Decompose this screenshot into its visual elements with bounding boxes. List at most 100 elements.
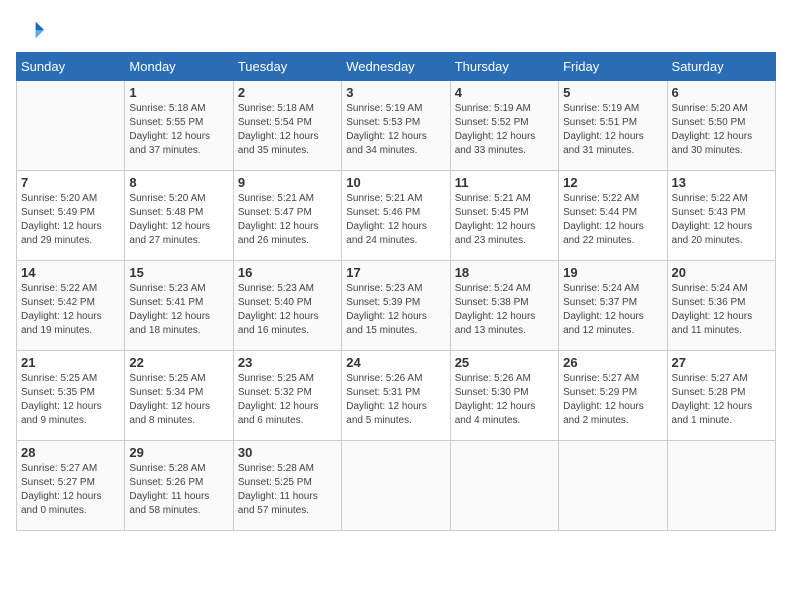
day-cell: 28Sunrise: 5:27 AMSunset: 5:27 PMDayligh… [17, 441, 125, 531]
day-number: 12 [563, 175, 662, 190]
day-number: 3 [346, 85, 445, 100]
day-number: 19 [563, 265, 662, 280]
day-info: Sunrise: 5:19 AMSunset: 5:53 PMDaylight:… [346, 102, 445, 158]
day-info: Sunrise: 5:22 AMSunset: 5:44 PMDaylight:… [563, 192, 662, 248]
day-number: 9 [238, 175, 337, 190]
day-cell [667, 441, 775, 531]
day-number: 16 [238, 265, 337, 280]
day-number: 18 [455, 265, 554, 280]
header-monday: Monday [125, 53, 233, 81]
day-cell: 26 Sunrise: 5:27 AMSunset: 5:29 PMDayligh… [559, 351, 667, 441]
day-cell: 15 Sunrise: 5:23 AMSunset: 5:41 PMDayligh… [125, 261, 233, 351]
day-number: 27 [672, 355, 771, 370]
day-number: 24 [346, 355, 445, 370]
day-info: Sunrise: 5:20 AMSunset: 5:49 PMDaylight:… [21, 192, 120, 248]
day-number: 23 [238, 355, 337, 370]
day-info: Sunrise: 5:20 AMSunset: 5:50 PMDaylight:… [672, 102, 771, 158]
logo [16, 16, 48, 44]
day-info: Sunrise: 5:23 AMSunset: 5:40 PMDaylight:… [238, 282, 337, 338]
day-number: 20 [672, 265, 771, 280]
day-info: Sunrise: 5:26 AMSunset: 5:30 PMDaylight:… [455, 372, 554, 428]
day-cell: 24 Sunrise: 5:26 AMSunset: 5:31 PMDayligh… [342, 351, 450, 441]
day-info: Sunrise: 5:21 AMSunset: 5:46 PMDaylight:… [346, 192, 445, 248]
day-number: 14 [21, 265, 120, 280]
week-row-5: 28Sunrise: 5:27 AMSunset: 5:27 PMDayligh… [17, 441, 776, 531]
day-cell: 11 Sunrise: 5:21 AMSunset: 5:45 PMDayligh… [450, 171, 558, 261]
header-tuesday: Tuesday [233, 53, 341, 81]
day-cell: 3 Sunrise: 5:19 AMSunset: 5:53 PMDaylight… [342, 81, 450, 171]
day-number: 6 [672, 85, 771, 100]
day-info: Sunrise: 5:20 AMSunset: 5:48 PMDaylight:… [129, 192, 228, 248]
day-info: Sunrise: 5:19 AMSunset: 5:52 PMDaylight:… [455, 102, 554, 158]
day-info: Sunrise: 5:23 AMSunset: 5:39 PMDaylight:… [346, 282, 445, 338]
day-number: 2 [238, 85, 337, 100]
header-saturday: Saturday [667, 53, 775, 81]
day-cell: 22Sunrise: 5:25 AMSunset: 5:34 PMDayligh… [125, 351, 233, 441]
week-row-3: 14 Sunrise: 5:22 AMSunset: 5:42 PMDayligh… [17, 261, 776, 351]
day-info: Sunrise: 5:19 AMSunset: 5:51 PMDaylight:… [563, 102, 662, 158]
day-cell: 18Sunrise: 5:24 AMSunset: 5:38 PMDayligh… [450, 261, 558, 351]
day-cell: 10 Sunrise: 5:21 AMSunset: 5:46 PMDayligh… [342, 171, 450, 261]
week-row-4: 21 Sunrise: 5:25 AMSunset: 5:35 PMDayligh… [17, 351, 776, 441]
day-info: Sunrise: 5:27 AMSunset: 5:29 PMDaylight:… [563, 372, 662, 428]
day-number: 25 [455, 355, 554, 370]
day-info: Sunrise: 5:26 AMSunset: 5:31 PMDaylight:… [346, 372, 445, 428]
header-sunday: Sunday [17, 53, 125, 81]
week-row-1: 1Sunrise: 5:18 AMSunset: 5:55 PMDaylight… [17, 81, 776, 171]
day-cell: 4 Sunrise: 5:19 AMSunset: 5:52 PMDaylight… [450, 81, 558, 171]
day-info: Sunrise: 5:23 AMSunset: 5:41 PMDaylight:… [129, 282, 228, 338]
header-friday: Friday [559, 53, 667, 81]
day-info: Sunrise: 5:25 AMSunset: 5:34 PMDaylight:… [129, 372, 228, 428]
day-number: 15 [129, 265, 228, 280]
day-cell: 12 Sunrise: 5:22 AMSunset: 5:44 PMDayligh… [559, 171, 667, 261]
day-info: Sunrise: 5:21 AMSunset: 5:45 PMDaylight:… [455, 192, 554, 248]
week-row-2: 7 Sunrise: 5:20 AMSunset: 5:49 PMDaylight… [17, 171, 776, 261]
page-header [16, 16, 776, 44]
day-cell: 8Sunrise: 5:20 AMSunset: 5:48 PMDaylight… [125, 171, 233, 261]
day-number: 10 [346, 175, 445, 190]
day-cell [342, 441, 450, 531]
day-cell: 27 Sunrise: 5:27 AMSunset: 5:28 PMDayligh… [667, 351, 775, 441]
day-cell: 2 Sunrise: 5:18 AMSunset: 5:54 PMDaylight… [233, 81, 341, 171]
day-cell: 23 Sunrise: 5:25 AMSunset: 5:32 PMDayligh… [233, 351, 341, 441]
day-cell: 6 Sunrise: 5:20 AMSunset: 5:50 PMDaylight… [667, 81, 775, 171]
day-cell: 17Sunrise: 5:23 AMSunset: 5:39 PMDayligh… [342, 261, 450, 351]
day-number: 5 [563, 85, 662, 100]
day-cell [559, 441, 667, 531]
day-cell [17, 81, 125, 171]
day-number: 30 [238, 445, 337, 460]
day-cell: 1Sunrise: 5:18 AMSunset: 5:55 PMDaylight… [125, 81, 233, 171]
day-number: 28 [21, 445, 120, 460]
day-info: Sunrise: 5:28 AMSunset: 5:26 PMDaylight:… [129, 462, 228, 518]
day-info: Sunrise: 5:18 AMSunset: 5:54 PMDaylight:… [238, 102, 337, 158]
logo-icon [16, 16, 44, 44]
day-number: 11 [455, 175, 554, 190]
day-cell [450, 441, 558, 531]
day-number: 4 [455, 85, 554, 100]
calendar-table: SundayMondayTuesdayWednesdayThursdayFrid… [16, 52, 776, 531]
day-cell: 16 Sunrise: 5:23 AMSunset: 5:40 PMDayligh… [233, 261, 341, 351]
day-info: Sunrise: 5:25 AMSunset: 5:32 PMDaylight:… [238, 372, 337, 428]
day-info: Sunrise: 5:22 AMSunset: 5:43 PMDaylight:… [672, 192, 771, 248]
calendar-header-row: SundayMondayTuesdayWednesdayThursdayFrid… [17, 53, 776, 81]
day-info: Sunrise: 5:22 AMSunset: 5:42 PMDaylight:… [21, 282, 120, 338]
header-wednesday: Wednesday [342, 53, 450, 81]
day-number: 29 [129, 445, 228, 460]
day-info: Sunrise: 5:21 AMSunset: 5:47 PMDaylight:… [238, 192, 337, 248]
day-info: Sunrise: 5:24 AMSunset: 5:37 PMDaylight:… [563, 282, 662, 338]
day-number: 7 [21, 175, 120, 190]
day-number: 21 [21, 355, 120, 370]
day-cell: 20 Sunrise: 5:24 AMSunset: 5:36 PMDayligh… [667, 261, 775, 351]
day-cell: 19 Sunrise: 5:24 AMSunset: 5:37 PMDayligh… [559, 261, 667, 351]
day-cell: 14 Sunrise: 5:22 AMSunset: 5:42 PMDayligh… [17, 261, 125, 351]
day-cell: 7 Sunrise: 5:20 AMSunset: 5:49 PMDaylight… [17, 171, 125, 261]
day-number: 1 [129, 85, 228, 100]
day-info: Sunrise: 5:27 AMSunset: 5:28 PMDaylight:… [672, 372, 771, 428]
day-info: Sunrise: 5:28 AMSunset: 5:25 PMDaylight:… [238, 462, 337, 518]
day-info: Sunrise: 5:24 AMSunset: 5:36 PMDaylight:… [672, 282, 771, 338]
day-info: Sunrise: 5:25 AMSunset: 5:35 PMDaylight:… [21, 372, 120, 428]
day-number: 26 [563, 355, 662, 370]
day-cell: 29 Sunrise: 5:28 AMSunset: 5:26 PMDayligh… [125, 441, 233, 531]
day-cell: 21 Sunrise: 5:25 AMSunset: 5:35 PMDayligh… [17, 351, 125, 441]
day-cell: 25 Sunrise: 5:26 AMSunset: 5:30 PMDayligh… [450, 351, 558, 441]
